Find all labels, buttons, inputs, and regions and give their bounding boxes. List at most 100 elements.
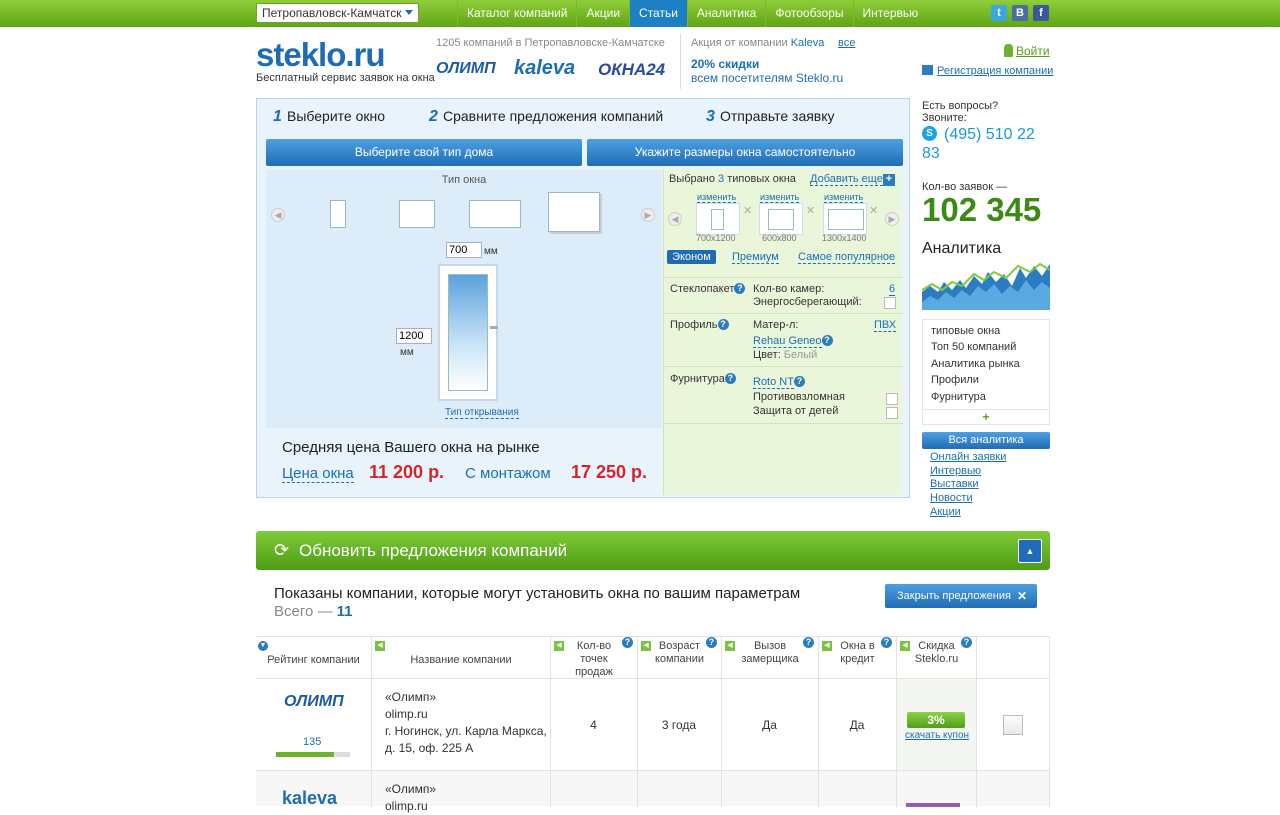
nav-photo-reviews[interactable]: Фотообзоры	[765, 0, 852, 27]
remove-icon[interactable]: ✕	[806, 204, 815, 217]
selected-window-1[interactable]	[696, 203, 740, 235]
sort-icon[interactable]: ◀	[641, 641, 651, 651]
help-icon[interactable]: ?	[717, 319, 729, 330]
analytics-item[interactable]: Топ 50 компаний	[931, 341, 1016, 353]
change-link-2[interactable]: изменить	[760, 192, 800, 203]
skype-icon[interactable]: S	[922, 126, 937, 141]
link-promotions[interactable]: Акции	[930, 506, 961, 518]
all-analytics-button[interactable]: Вся аналитика	[922, 432, 1050, 449]
th-points[interactable]: ◀? Кол-во точек продаж	[550, 636, 637, 678]
th-measurer[interactable]: ◀? Вызов замерщика	[721, 636, 818, 678]
brand-okna24-logo[interactable]: ОКНА24	[598, 60, 665, 80]
tab-popular[interactable]: Самое популярное	[798, 251, 896, 264]
window-price-label[interactable]: Цена окна	[282, 465, 354, 483]
company-name[interactable]: «Олимп»	[385, 689, 547, 706]
opening-type-link[interactable]: Тип открывания	[445, 407, 519, 419]
nav-analytics[interactable]: Аналитика	[686, 0, 765, 27]
vk-icon[interactable]: B	[1012, 5, 1028, 21]
fittings-name-link[interactable]: Roto NT	[753, 376, 794, 389]
help-icon[interactable]: ?	[724, 373, 736, 384]
select-checkbox[interactable]	[1003, 715, 1023, 735]
twitter-icon[interactable]: t	[991, 5, 1007, 21]
prev-arrow-icon[interactable]: ◀	[271, 208, 285, 222]
sort-icon[interactable]: ◀	[725, 641, 735, 651]
nav-articles[interactable]: Статьи	[629, 0, 687, 27]
profile-name-link[interactable]: Rehau Geneo	[753, 335, 822, 348]
company-site[interactable]: olimp.ru	[385, 706, 547, 723]
help-icon[interactable]: ?	[881, 637, 892, 648]
window-type-balcony[interactable]	[548, 192, 600, 232]
promo-all-link[interactable]: все	[838, 37, 855, 49]
house-type-button[interactable]: Выберите свой тип дома	[266, 139, 582, 166]
sort-icon[interactable]: ◀	[554, 641, 564, 651]
th-name[interactable]: ◀ Название компании	[371, 636, 550, 678]
help-icon[interactable]: ?	[622, 637, 633, 648]
th-age[interactable]: ◀? Возраст компании	[637, 636, 721, 678]
sort-icon[interactable]: ◀	[900, 641, 910, 651]
link-news[interactable]: Новости	[930, 492, 973, 504]
analytics-sparkline[interactable]	[922, 262, 1050, 310]
th-rating[interactable]: ▼ Рейтинг компании	[256, 636, 371, 678]
help-icon[interactable]: ?	[793, 376, 805, 387]
remove-icon[interactable]: ✕	[869, 204, 878, 217]
login-link[interactable]: Войти	[1004, 44, 1050, 58]
custom-sizes-button[interactable]: Укажите размеры окна самостоятельно	[587, 139, 903, 166]
th-credit[interactable]: ◀? Окна в кредит	[818, 636, 896, 678]
window-type-single[interactable]	[330, 200, 346, 228]
child-lock-checkbox[interactable]	[886, 407, 898, 419]
selected-next-icon[interactable]: ▶	[885, 212, 899, 226]
nav-interviews[interactable]: Интервью	[852, 0, 928, 27]
help-icon[interactable]: ?	[961, 637, 972, 648]
expand-plus-icon[interactable]: +	[923, 409, 1049, 425]
remove-icon[interactable]: ✕	[743, 204, 752, 217]
burglar-checkbox[interactable]	[886, 393, 898, 405]
material-value[interactable]: ПВХ	[874, 319, 897, 332]
selected-window-3[interactable]	[823, 203, 867, 235]
update-offers-bar[interactable]: ⟳ Обновить предложения компаний ▲	[256, 531, 1050, 570]
sort-icon[interactable]: ▼	[258, 641, 268, 651]
change-link-3[interactable]: изменить	[824, 192, 864, 203]
width-input[interactable]	[446, 242, 482, 258]
analytics-item[interactable]: Аналитика рынка	[931, 358, 1020, 370]
brand-kaleva-logo[interactable]: kaleva	[514, 57, 575, 80]
nav-catalog[interactable]: Каталог компаний	[457, 0, 576, 27]
link-interviews[interactable]: Интервью	[930, 465, 981, 477]
next-arrow-icon[interactable]: ▶	[641, 208, 655, 222]
window-type-triple[interactable]	[469, 200, 521, 228]
change-link-1[interactable]: изменить	[697, 192, 737, 203]
company-name[interactable]: «Олимп»	[385, 781, 436, 798]
analytics-item[interactable]: Фурнитура	[931, 391, 986, 403]
tab-economy[interactable]: Эконом	[667, 250, 716, 264]
help-icon[interactable]: ?	[734, 283, 746, 294]
chambers-value[interactable]: 6	[889, 283, 896, 296]
link-online-requests[interactable]: Онлайн заявки	[930, 451, 1006, 463]
help-icon[interactable]: ?	[706, 637, 717, 648]
table-row[interactable]: kaleva «Олимп» olimp.ru	[256, 770, 1050, 813]
facebook-icon[interactable]: f	[1033, 5, 1049, 21]
table-row[interactable]: ОЛИМП 135 «Олимп» olimp.ru г. Ногинск, у…	[256, 678, 1050, 771]
brand-olimp-logo[interactable]: ОЛИМП	[436, 60, 496, 78]
sort-icon[interactable]: ◀	[822, 641, 832, 651]
height-input[interactable]	[396, 328, 432, 344]
sort-icon[interactable]: ◀	[375, 641, 385, 651]
promo-company-link[interactable]: Kaleva	[791, 37, 825, 49]
selected-prev-icon[interactable]: ◀	[668, 212, 682, 226]
th-discount[interactable]: ◀? Скидка Steklo.ru	[896, 636, 976, 678]
company-site[interactable]: olimp.ru	[385, 798, 436, 815]
help-icon[interactable]: ?	[803, 637, 814, 648]
tab-premium[interactable]: Премиум	[732, 251, 779, 264]
selected-window-2[interactable]	[759, 203, 803, 235]
link-exhibitions[interactable]: Выставки	[930, 478, 979, 490]
close-offers-button[interactable]: Закрыть предложения ✕	[885, 584, 1037, 608]
help-icon[interactable]: ?	[821, 335, 833, 346]
register-link[interactable]: Регистрация компании	[922, 65, 1053, 77]
company-logo[interactable]: ОЛИМП	[284, 693, 344, 711]
city-select[interactable]: Петропавловск-Камчатск	[256, 3, 419, 23]
nav-promotions[interactable]: Акции	[576, 0, 629, 27]
download-coupon-link[interactable]: скачать купон	[905, 730, 969, 741]
site-logo[interactable]: steklo.ru	[256, 36, 386, 74]
window-type-double[interactable]	[399, 200, 435, 228]
promo-title[interactable]: 20% скидки	[691, 57, 910, 71]
add-icon[interactable]: +	[883, 174, 895, 186]
energy-checkbox[interactable]	[884, 297, 896, 309]
